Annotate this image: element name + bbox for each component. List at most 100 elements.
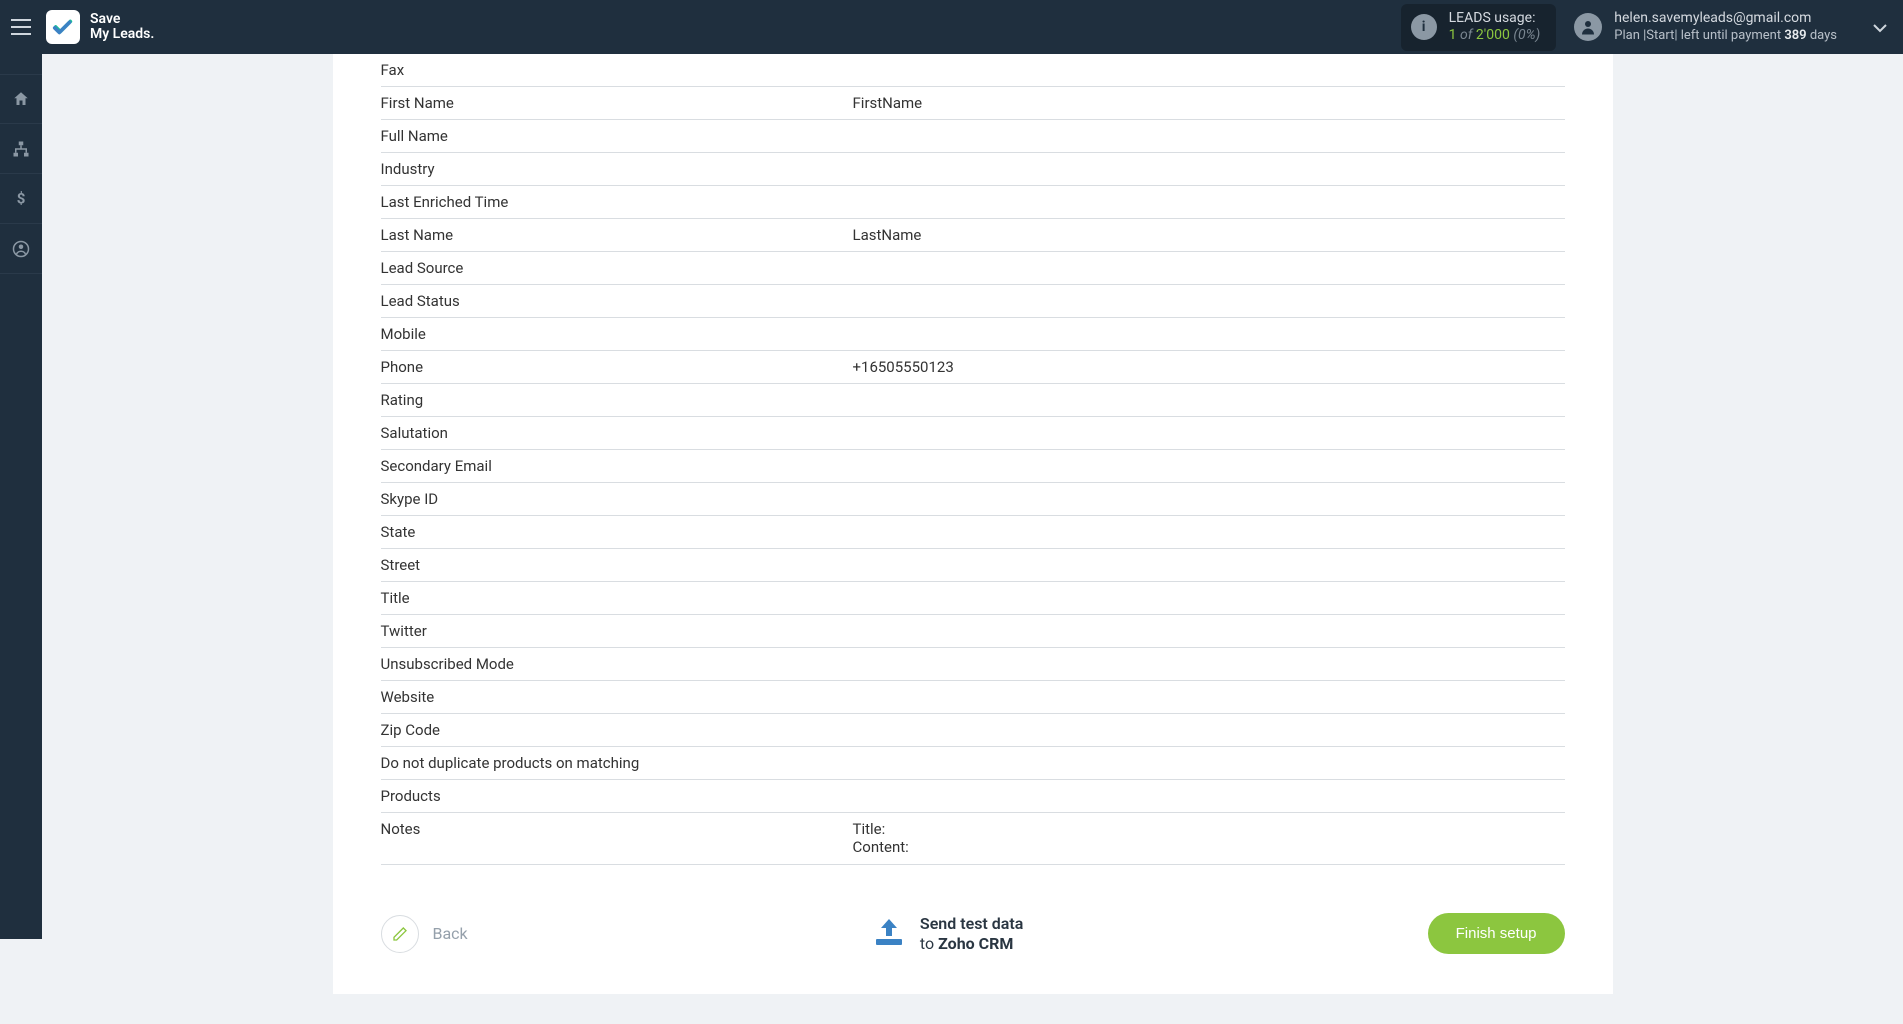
field-value bbox=[853, 455, 1565, 457]
field-row: Fax bbox=[381, 54, 1565, 87]
field-row: Phone+16505550123 bbox=[381, 351, 1565, 384]
field-value bbox=[853, 521, 1565, 523]
field-row: Rating bbox=[381, 384, 1565, 417]
field-value bbox=[853, 257, 1565, 259]
field-row: Secondary Email bbox=[381, 450, 1565, 483]
field-label: Products bbox=[381, 785, 853, 805]
field-row: Lead Status bbox=[381, 285, 1565, 318]
sidebar: $ bbox=[0, 54, 42, 939]
field-row: Full Name bbox=[381, 120, 1565, 153]
field-value bbox=[853, 422, 1565, 424]
leads-usage-widget[interactable]: i LEADS usage: 1 of 2'000 (0%) bbox=[1401, 4, 1557, 51]
user-circle-icon bbox=[12, 240, 30, 258]
mapping-card: FaxFirst NameFirstNameFull NameIndustryL… bbox=[333, 54, 1613, 994]
field-row: Mobile bbox=[381, 318, 1565, 351]
field-row: Do not duplicate products on matching bbox=[381, 747, 1565, 780]
field-value bbox=[853, 686, 1565, 688]
user-menu[interactable]: helen.savemyleads@gmail.com Plan |Start|… bbox=[1574, 10, 1887, 44]
field-row: Products bbox=[381, 780, 1565, 813]
back-label: Back bbox=[433, 924, 468, 943]
field-row: Industry bbox=[381, 153, 1565, 186]
main-content: FaxFirst NameFirstNameFull NameIndustryL… bbox=[42, 54, 1903, 1024]
sitemap-icon bbox=[12, 140, 30, 158]
field-value bbox=[853, 620, 1565, 622]
field-value: LastName bbox=[853, 224, 1565, 244]
hamburger-icon bbox=[11, 19, 31, 35]
field-label: Unsubscribed Mode bbox=[381, 653, 853, 673]
field-row: Lead Source bbox=[381, 252, 1565, 285]
field-value: Title: Content: bbox=[853, 818, 1565, 856]
field-value bbox=[853, 290, 1565, 292]
field-value bbox=[853, 554, 1565, 556]
svg-text:$: $ bbox=[17, 190, 26, 208]
field-value bbox=[853, 125, 1565, 127]
field-label: Rating bbox=[381, 389, 853, 409]
field-label: Mobile bbox=[381, 323, 853, 343]
field-label: Skype ID bbox=[381, 488, 853, 508]
field-row: State bbox=[381, 516, 1565, 549]
field-value bbox=[853, 785, 1565, 787]
field-label: Industry bbox=[381, 158, 853, 178]
logo-mark bbox=[46, 10, 80, 44]
field-label: Lead Status bbox=[381, 290, 853, 310]
field-row: Skype ID bbox=[381, 483, 1565, 516]
field-label: Last Enriched Time bbox=[381, 191, 853, 211]
send-test-button[interactable]: Send test data to Zoho CRM bbox=[872, 914, 1023, 954]
back-button[interactable]: Back bbox=[381, 915, 468, 953]
field-label: Street bbox=[381, 554, 853, 574]
field-label: Do not duplicate products on matching bbox=[381, 752, 853, 772]
pencil-icon bbox=[381, 915, 419, 953]
finish-setup-button[interactable]: Finish setup bbox=[1428, 913, 1565, 954]
info-icon: i bbox=[1411, 14, 1437, 40]
user-icon bbox=[1579, 18, 1597, 36]
field-label: Zip Code bbox=[381, 719, 853, 739]
field-value: FirstName bbox=[853, 92, 1565, 112]
sidebar-item-connections[interactable] bbox=[0, 124, 42, 174]
logo[interactable]: Save My Leads. bbox=[46, 10, 154, 44]
hamburger-menu-button[interactable] bbox=[0, 0, 42, 54]
field-value bbox=[853, 719, 1565, 721]
field-row: Title bbox=[381, 582, 1565, 615]
chevron-down-icon[interactable] bbox=[1873, 18, 1887, 37]
field-label: Notes bbox=[381, 818, 853, 856]
field-value bbox=[853, 587, 1565, 589]
field-label: Phone bbox=[381, 356, 853, 376]
field-label: Twitter bbox=[381, 620, 853, 640]
field-value bbox=[853, 653, 1565, 655]
home-icon bbox=[12, 90, 30, 108]
sidebar-item-account[interactable] bbox=[0, 224, 42, 274]
field-label: State bbox=[381, 521, 853, 541]
field-value: +16505550123 bbox=[853, 356, 1565, 376]
field-value bbox=[853, 158, 1565, 160]
field-value bbox=[853, 191, 1565, 193]
avatar bbox=[1574, 13, 1602, 41]
field-label: First Name bbox=[381, 92, 853, 112]
field-label: Secondary Email bbox=[381, 455, 853, 475]
user-info-text: helen.savemyleads@gmail.com Plan |Start|… bbox=[1614, 10, 1837, 44]
sidebar-item-billing[interactable]: $ bbox=[0, 174, 42, 224]
sidebar-item-home[interactable] bbox=[0, 74, 42, 124]
field-label: Fax bbox=[381, 59, 853, 79]
field-row-notes: Notes Title: Content: bbox=[381, 813, 1565, 865]
usage-text: LEADS usage: 1 of 2'000 (0%) bbox=[1449, 10, 1541, 45]
field-row: First NameFirstName bbox=[381, 87, 1565, 120]
field-label: Lead Source bbox=[381, 257, 853, 277]
field-row: Salutation bbox=[381, 417, 1565, 450]
field-label: Last Name bbox=[381, 224, 853, 244]
field-row: Twitter bbox=[381, 615, 1565, 648]
field-row: Street bbox=[381, 549, 1565, 582]
action-bar: Back Send test data to Zoho CRM Finish s… bbox=[381, 865, 1565, 954]
logo-text: Save My Leads. bbox=[90, 12, 154, 43]
field-row: Unsubscribed Mode bbox=[381, 648, 1565, 681]
field-value bbox=[853, 59, 1565, 61]
check-icon bbox=[52, 16, 74, 38]
field-label: Website bbox=[381, 686, 853, 706]
field-value bbox=[853, 752, 1565, 754]
field-label: Title bbox=[381, 587, 853, 607]
field-value bbox=[853, 389, 1565, 391]
field-label: Salutation bbox=[381, 422, 853, 442]
field-row: Website bbox=[381, 681, 1565, 714]
field-row: Last NameLastName bbox=[381, 219, 1565, 252]
app-header: Save My Leads. i LEADS usage: 1 of 2'000… bbox=[0, 0, 1903, 54]
dollar-icon: $ bbox=[12, 190, 30, 208]
